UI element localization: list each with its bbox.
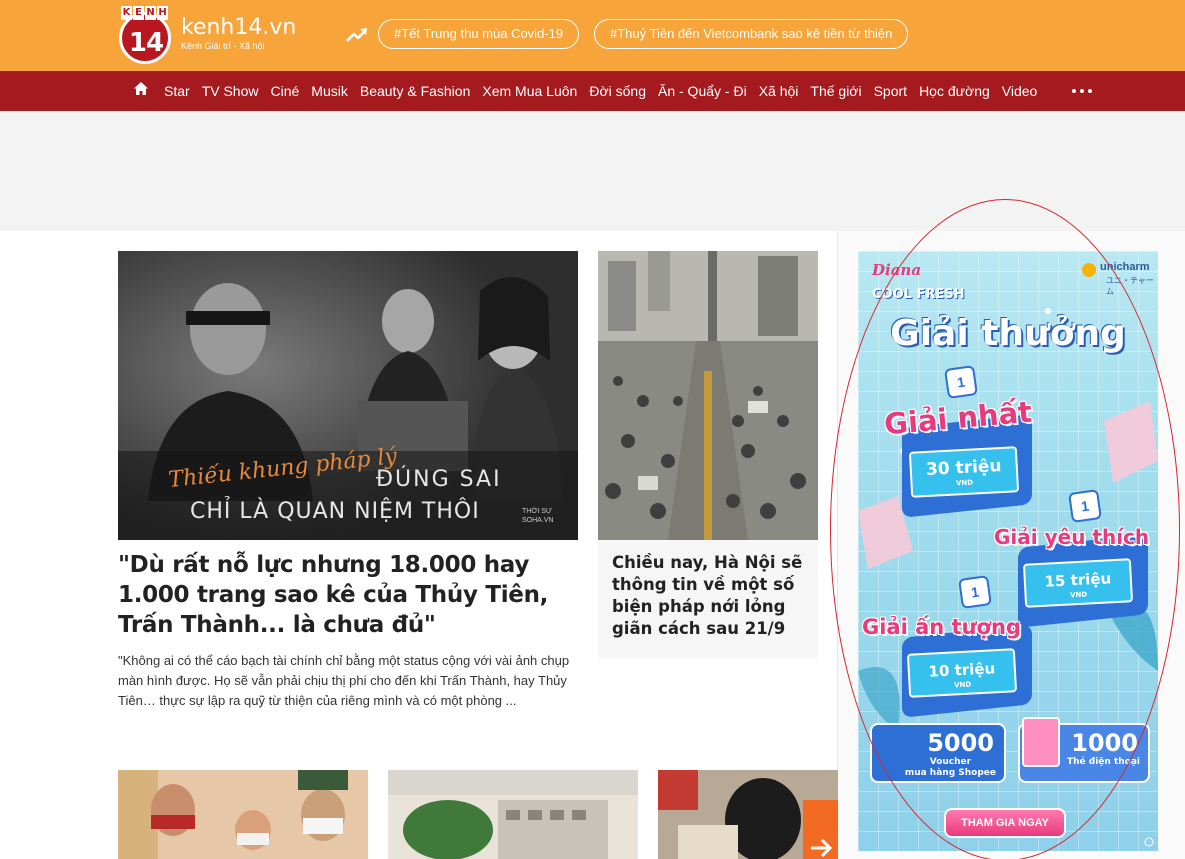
prize-card: 30 triệu VND xyxy=(908,446,1020,498)
side-story-image-art xyxy=(598,251,818,540)
hero-summary: "Không ai có thể cáo bạch tài chính chỉ … xyxy=(118,653,570,708)
more-menu-icon[interactable] xyxy=(1072,89,1092,93)
story-thumbnail[interactable] xyxy=(388,770,638,859)
thumbnail-art xyxy=(118,770,368,859)
carousel-next-button[interactable] xyxy=(803,800,838,859)
nav-item-musik[interactable]: Musik xyxy=(305,83,354,99)
prize-label: Giải yêu thích xyxy=(994,525,1150,549)
ad-heading: Giải thưởng xyxy=(890,313,1126,354)
voucher-count: 1000 xyxy=(1071,729,1138,757)
prize-card: 15 triệu VND xyxy=(1022,558,1134,608)
nav-items: Star TV Show Ciné Musik Beauty & Fashion… xyxy=(158,71,1043,111)
ad-info-icon[interactable] xyxy=(1144,837,1154,847)
nav-item-star[interactable]: Star xyxy=(158,83,196,99)
logo-letter: K xyxy=(121,6,132,20)
phone-card-icon xyxy=(1022,717,1060,767)
hero-image-source: THỜI SỰ SOHA.VN xyxy=(522,508,554,524)
nav-item-the-gioi[interactable]: Thế giới xyxy=(804,83,867,99)
home-icon[interactable] xyxy=(133,81,149,97)
hero-image[interactable]: Thiếu khung pháp lý ĐÚNG SAI CHỈ LÀ QUAN… xyxy=(118,251,578,540)
prize-rank: 1 xyxy=(958,575,992,609)
unicharm-logo-icon xyxy=(1082,263,1096,277)
site-header: K E N H 14 kenh14.vn Kênh Giải trí - Xã … xyxy=(0,0,1185,71)
voucher-label: Voucher mua hàng Shopee xyxy=(904,757,996,778)
nav-item-video[interactable]: Video xyxy=(996,83,1044,99)
nav-item-doi-song[interactable]: Đời sống xyxy=(583,83,652,99)
site-tagline: Kênh Giải trí - Xã hội xyxy=(181,41,265,51)
more-dot xyxy=(1072,89,1076,93)
side-story-image[interactable] xyxy=(598,251,818,540)
hero-image-art xyxy=(118,251,578,540)
more-dot xyxy=(1088,89,1092,93)
ad-maker-sub: ユニ・チャーム xyxy=(1106,276,1154,296)
hero-image-caption-1: ĐÚNG SAI xyxy=(376,467,502,492)
nav-item-hoc-duong[interactable]: Học đường xyxy=(913,83,996,99)
trending-tag[interactable]: #Thuỷ Tiên đến Vietcombank sao kê tiền t… xyxy=(594,19,909,49)
site-logo[interactable]: K E N H 14 xyxy=(119,6,173,64)
trending-tag[interactable]: #Tết Trung thu mùa Covid-19 xyxy=(378,19,580,49)
nav-item-beauty-fashion[interactable]: Beauty & Fashion xyxy=(354,83,477,99)
thumbnail-art xyxy=(388,770,638,859)
story-thumbnail[interactable] xyxy=(118,770,368,859)
more-dot xyxy=(1080,89,1084,93)
prize-rank: 1 xyxy=(944,365,978,399)
nav-item-tv-show[interactable]: TV Show xyxy=(196,83,265,99)
nav-item-xa-hoi[interactable]: Xã hội xyxy=(753,83,805,99)
prize-card: 10 triệu VND xyxy=(906,648,1018,698)
nav-item-cine[interactable]: Ciné xyxy=(265,83,306,99)
logo-letter: N xyxy=(145,6,156,20)
page: K E N H 14 kenh14.vn Kênh Giải trí - Xã … xyxy=(0,0,1185,859)
site-name[interactable]: kenh14.vn Kênh Giải trí - Xã hội xyxy=(181,15,297,52)
voucher-label: Thẻ điện thoại xyxy=(1066,757,1140,767)
hero-headline[interactable]: "Dù rất nỗ lực nhưng 18.000 hay 1.000 tr… xyxy=(118,550,578,640)
voucher-card: 5000 Voucher mua hàng Shopee xyxy=(870,723,1006,783)
ad-maker: unicharm xyxy=(1100,261,1150,273)
top-ad-placeholder xyxy=(0,111,1185,231)
prize-rank: 1 xyxy=(1068,489,1102,523)
ad-brand: Diana xyxy=(872,261,922,279)
nav-item-sport[interactable]: Sport xyxy=(868,83,913,99)
site-domain: kenh14.vn xyxy=(181,15,297,40)
nav-item-an-quay-di[interactable]: Ăn - Quẩy - Đi xyxy=(652,83,753,99)
side-story-headline[interactable]: Chiều nay, Hà Nội sẽ thông tin về một số… xyxy=(612,552,808,640)
ad-product: COOL FRESH xyxy=(872,287,965,302)
ad-cta-button[interactable]: THAM GIA NGAY xyxy=(944,808,1066,838)
arrow-right-icon xyxy=(811,838,833,858)
trending-icon xyxy=(346,28,367,42)
prize-label: Giải ấn tượng xyxy=(862,615,1021,639)
nav-item-xem-mua-luon[interactable]: Xem Mua Luôn xyxy=(476,83,583,99)
column-divider xyxy=(837,231,838,859)
voucher-card: 1000 Thẻ điện thoại xyxy=(1018,717,1150,783)
logo-number: 14 xyxy=(128,28,164,58)
hero-image-caption-2: CHỈ LÀ QUAN NIỆM THÔI xyxy=(190,499,480,524)
voucher-count: 5000 xyxy=(927,729,994,757)
logo-kenh: K E N H xyxy=(121,6,171,22)
sidebar-advertisement[interactable]: Diana COOL FRESH unicharm ユニ・チャーム Giải t… xyxy=(858,251,1158,851)
main-nav: Star TV Show Ciné Musik Beauty & Fashion… xyxy=(0,71,1185,111)
logo-letter: H xyxy=(157,6,168,20)
logo-letter: E xyxy=(133,6,144,20)
